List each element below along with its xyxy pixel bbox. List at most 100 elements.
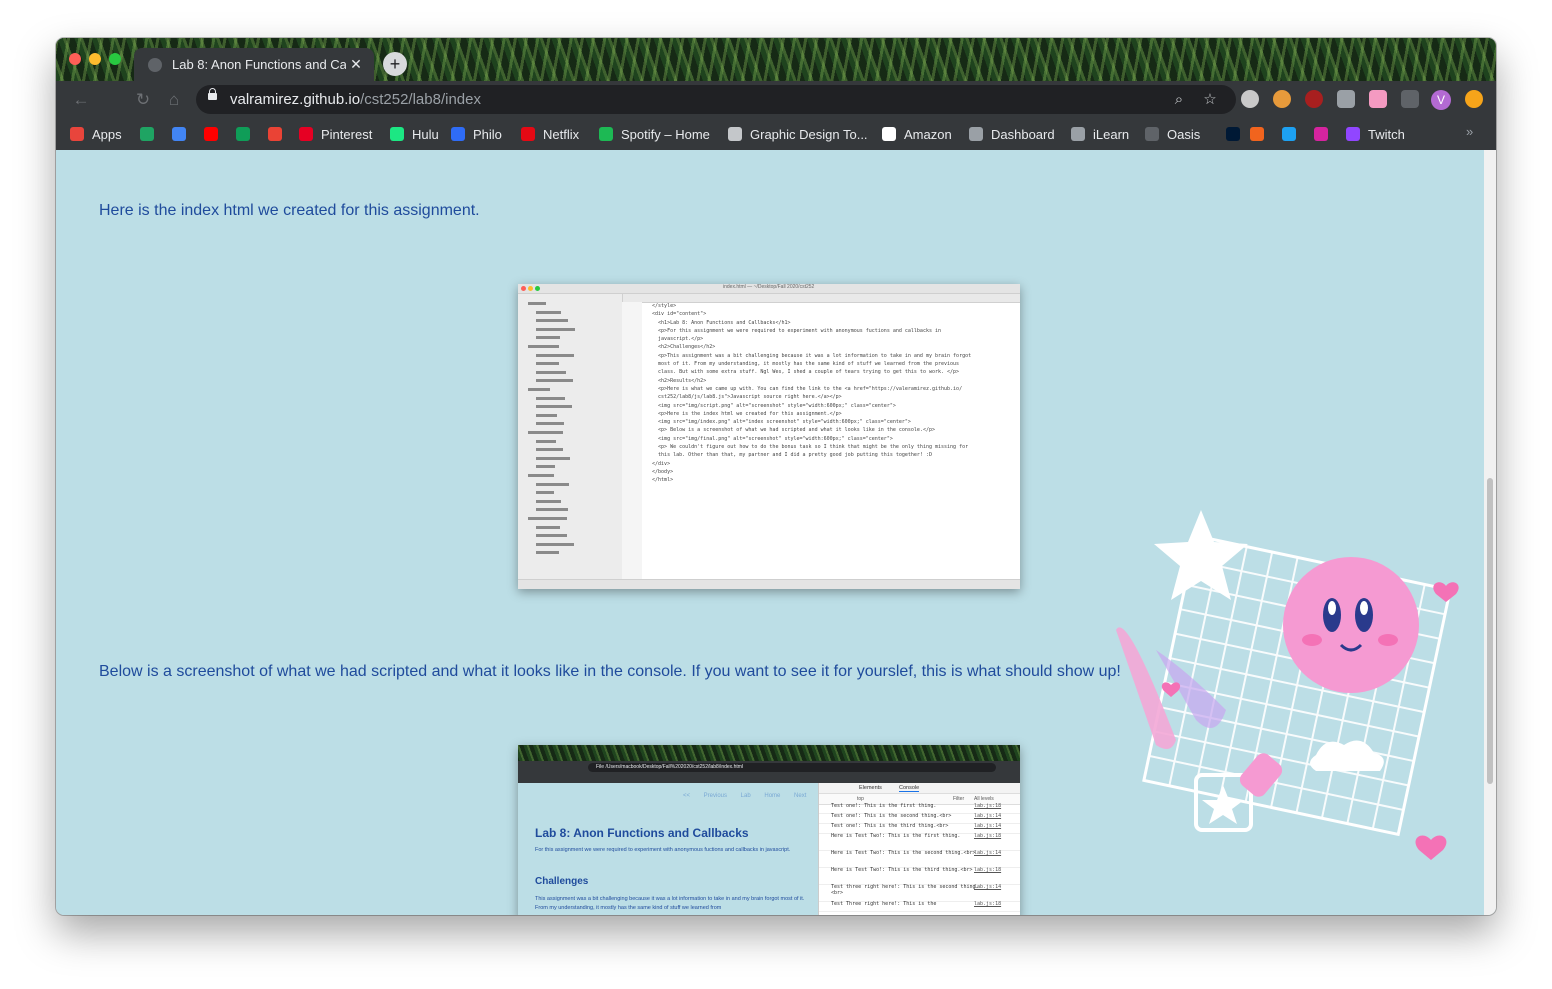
file-tree-row: [536, 448, 563, 452]
tumblr-icon: [1226, 127, 1240, 141]
code-line: </style>: [646, 303, 677, 309]
bookmark-youtube[interactable]: [204, 125, 218, 143]
bookmark-dashboard[interactable]: Dashboard: [969, 125, 1055, 143]
minimize-window-button[interactable]: [89, 53, 101, 65]
file-tree-row: [536, 499, 561, 503]
index-intro-text: Here is the index html we created for th…: [99, 202, 480, 219]
heart-icon: [1415, 835, 1447, 860]
etsy-icon: [1250, 127, 1264, 141]
console-source-link[interactable]: lab.js:18: [974, 833, 1001, 840]
apps-grid-icon: [70, 127, 84, 141]
console-source-link[interactable]: lab.js:14: [974, 823, 1001, 830]
amazon-icon: [882, 127, 896, 141]
code-line: <img src="img/script.png" alt="screensho…: [646, 402, 896, 409]
filter-label: Filter: [953, 796, 965, 802]
bookmark-google-docs[interactable]: [172, 125, 186, 143]
bookmark-spotify[interactable]: Spotify – Home: [599, 125, 710, 143]
bookmark-pinterest[interactable]: Pinterest: [299, 125, 372, 143]
bookmark-gmail[interactable]: [268, 125, 282, 143]
ublock-icon[interactable]: [1305, 90, 1323, 108]
mini-challenges-heading: Challenges: [535, 876, 589, 887]
editor-file-tree: [518, 294, 623, 579]
code-line: <p>Here is the index html we created for…: [646, 410, 842, 417]
zoom-icon[interactable]: ⌕: [1169, 90, 1189, 110]
bookmarks-overflow-icon[interactable]: »: [1466, 124, 1473, 139]
file-tree-row: [536, 508, 568, 512]
scrollbar-thumb[interactable]: [1487, 478, 1493, 784]
extension-icon[interactable]: [1273, 90, 1291, 108]
bookmark-ilearn[interactable]: iLearn: [1071, 125, 1129, 143]
profile-avatar[interactable]: V: [1431, 90, 1451, 110]
console-source-link[interactable]: lab.js:14: [974, 813, 1001, 820]
file-tree-row: [536, 482, 569, 486]
reload-icon[interactable]: ↻: [132, 89, 154, 111]
globe-icon: [1145, 127, 1159, 141]
code-line: <p>For this assignment we were required …: [646, 327, 942, 334]
extension-icon[interactable]: [1369, 90, 1387, 108]
bookmark-twitch[interactable]: Twitch: [1346, 125, 1405, 143]
console-source-link[interactable]: lab.js:18: [974, 803, 1001, 810]
code-line: <h1>Lab 8: Anon Functions and Callbacks<…: [646, 319, 791, 326]
bookmark-label: Netflix: [543, 126, 580, 142]
file-tree-row: [528, 474, 554, 477]
mini-url-bar: File /Users/macbook/Desktop/Fall%202020/…: [588, 763, 996, 772]
bookmark-star-icon[interactable]: ☆: [1200, 90, 1220, 110]
bookmark-google-drive[interactable]: [140, 125, 154, 143]
google-sheets-icon: [236, 127, 250, 141]
bookmarks-bar: Apps Pinterest Hulu Philo Netflix Spotify – H…: [56, 118, 1496, 151]
bookmark-etsy[interactable]: [1250, 125, 1264, 143]
extension-icon[interactable]: [1241, 90, 1259, 108]
devtools-panel: Elements Console top Filter All levels T…: [818, 783, 1020, 915]
new-tab-button[interactable]: +: [383, 52, 407, 76]
active-tab[interactable]: Lab 8: Anon Functions and Callbacks ✕: [134, 48, 374, 81]
bookmark-label: Apps: [92, 126, 122, 142]
bookmark-label: Amazon: [904, 126, 952, 142]
file-tree-row: [528, 517, 567, 520]
update-icon[interactable]: [1465, 90, 1483, 108]
bookmark-hulu[interactable]: Hulu: [390, 125, 439, 143]
tab-close-icon[interactable]: ✕: [346, 56, 366, 73]
console-log-row: Test three right here!: This is the seco…: [819, 884, 1020, 902]
mini-browser-chrome: File /Users/macbook/Desktop/Fall%202020/…: [518, 745, 1020, 783]
bookmark-label: Graphic Design To...: [750, 126, 868, 142]
close-window-button[interactable]: [69, 53, 81, 65]
address-bar[interactable]: valramirez.github.io/cst252/lab8/index ⌕…: [196, 85, 1236, 114]
bookmark-apps-grid[interactable]: Apps: [70, 125, 122, 143]
file-tree-row: [536, 465, 555, 469]
bookmark-tumblr[interactable]: [1226, 125, 1240, 143]
home-icon[interactable]: ⌂: [163, 89, 185, 111]
file-tree-row: [536, 551, 559, 555]
bookmark-label: Philo: [473, 126, 502, 142]
bookmark-netflix[interactable]: Netflix: [521, 125, 579, 143]
back-icon[interactable]: ←: [70, 89, 92, 111]
console-source-link[interactable]: lab.js:18: [974, 901, 1001, 908]
bookmark-philo[interactable]: Philo: [451, 125, 502, 143]
bookmark-folder[interactable]: Graphic Design To...: [728, 125, 868, 143]
file-tree-row: [536, 422, 564, 426]
console-message: Test one!: This is the second thing.<br>: [831, 813, 952, 819]
bookmark-amazon[interactable]: Amazon: [882, 125, 952, 143]
bookmark-twitter[interactable]: [1282, 125, 1296, 143]
file-tree-row: [536, 534, 567, 538]
code-line: </html>: [646, 477, 674, 484]
code-line: <h2>Results</h2>: [646, 377, 707, 384]
netflix-icon: [521, 127, 535, 141]
bookmark-globe[interactable]: Oasis: [1145, 125, 1200, 143]
console-source-link[interactable]: lab.js:18: [974, 867, 1001, 874]
editor-screenshot: index.html — ~/Desktop/Fall 2020/cst252 …: [518, 284, 1020, 589]
fullscreen-window-button[interactable]: [109, 53, 121, 65]
console-source-link[interactable]: lab.js:14: [974, 850, 1001, 857]
editor-window-title: index.html — ~/Desktop/Fall 2020/cst252: [723, 284, 815, 290]
console-source-link[interactable]: lab.js:14: [974, 884, 1001, 891]
extension-icon[interactable]: [1337, 90, 1355, 108]
kirby-icon: [1283, 557, 1419, 693]
puzzle-icon[interactable]: [1401, 90, 1419, 108]
file-tree-row: [536, 525, 560, 529]
level-selector: All levels: [974, 796, 994, 802]
file-tree-row: [536, 542, 574, 546]
bookmark-instagram[interactable]: [1314, 125, 1328, 143]
bookmark-google-sheets[interactable]: [236, 125, 250, 143]
philo-icon: [451, 127, 465, 141]
page-scrollbar[interactable]: [1484, 150, 1496, 915]
ilearn-icon: [1071, 127, 1085, 141]
